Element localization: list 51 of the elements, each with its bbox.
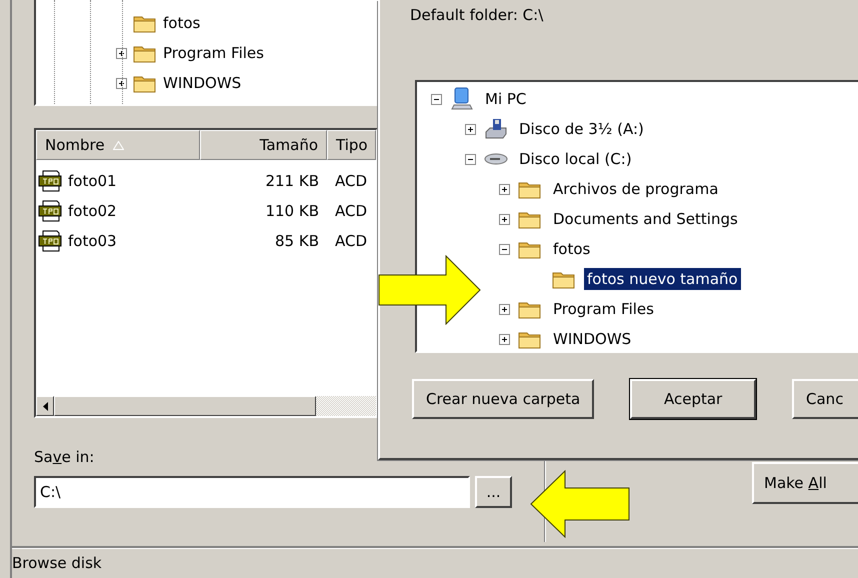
tree-item[interactable]: WINDOWS <box>550 328 634 350</box>
expand-icon[interactable] <box>499 184 510 194</box>
collapse-icon[interactable] <box>431 94 442 104</box>
collapse-icon[interactable] <box>499 244 510 254</box>
computer-icon <box>450 87 474 111</box>
hard-drive-icon <box>484 151 508 167</box>
file-size: 85 KB <box>274 232 320 250</box>
left-arrow-icon <box>42 402 48 410</box>
expand-icon[interactable] <box>499 304 510 314</box>
scrollbar-thumb[interactable] <box>54 396 316 416</box>
file-name[interactable]: foto03 <box>68 232 117 250</box>
column-header[interactable]: Nombre <box>36 130 200 160</box>
tree-item[interactable]: fotos nuevo tamaño <box>584 268 741 290</box>
save-in-field[interactable]: C:\ <box>34 476 470 508</box>
dialog-button[interactable]: Aceptar <box>630 379 756 419</box>
left-arrow-icon <box>530 470 630 538</box>
file-type: ACD <box>334 202 368 220</box>
tree-item[interactable]: Archivos de programa <box>550 178 722 200</box>
expand-icon[interactable] <box>499 214 510 224</box>
floppy-drive-icon <box>484 117 508 141</box>
file-size: 211 KB <box>264 172 320 190</box>
tree-item[interactable]: Disco local (C:) <box>516 148 635 170</box>
column-header[interactable]: Tipo <box>327 130 376 160</box>
status-bar: Browse disk <box>12 546 858 578</box>
expand-icon[interactable] <box>116 48 127 58</box>
save-in-label: Save in: <box>34 448 96 466</box>
default-folder-label: Default folder: C:\ <box>410 6 544 24</box>
file-type: ACD <box>334 172 368 190</box>
tree-item[interactable]: Documents and Settings <box>550 208 741 230</box>
tree-item[interactable]: WINDOWS <box>163 74 242 92</box>
tree-item[interactable]: fotos <box>550 238 594 260</box>
file-size: 110 KB <box>264 202 320 220</box>
collapse-icon[interactable] <box>465 154 476 164</box>
tree-item[interactable]: Mi PC <box>482 88 530 110</box>
tree-item[interactable]: Program Files <box>163 44 264 62</box>
expand-icon[interactable] <box>465 124 476 134</box>
tree-item[interactable]: Disco de 3½ (A:) <box>516 118 647 140</box>
expand-icon[interactable] <box>116 78 127 88</box>
right-arrow-icon <box>378 255 482 325</box>
browse-button[interactable]: ... <box>475 476 512 508</box>
dialog-button[interactable]: Crear nueva carpeta <box>412 379 594 419</box>
expand-icon[interactable] <box>499 334 510 344</box>
make-all-button[interactable]: Make All <box>752 462 858 504</box>
scroll-left-button[interactable] <box>36 396 54 416</box>
tree-item[interactable]: Program Files <box>550 298 657 320</box>
file-type: ACD <box>334 232 368 250</box>
column-header[interactable]: Tamaño <box>200 130 327 160</box>
tree-item[interactable]: fotos <box>163 14 200 32</box>
dialog-button[interactable]: Canc <box>792 379 858 419</box>
file-name[interactable]: foto02 <box>68 202 117 220</box>
file-name[interactable]: foto01 <box>68 172 117 190</box>
